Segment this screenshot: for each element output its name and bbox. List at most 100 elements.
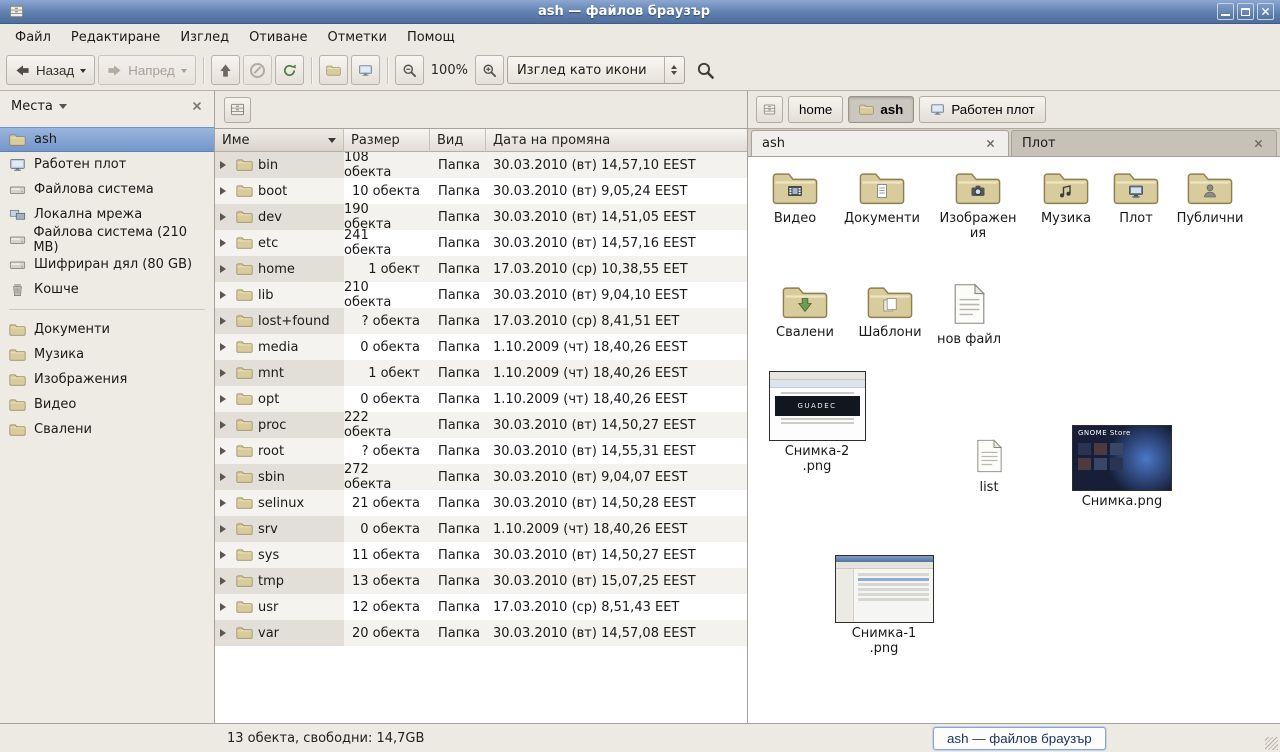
root-pathbar-button[interactable] (756, 96, 783, 123)
icon-item-7[interactable]: Шаблони (848, 283, 932, 341)
forward-button[interactable]: Напред (98, 55, 196, 85)
tab-1[interactable]: Плот (1011, 130, 1277, 156)
view-mode-select[interactable]: Изглед като икони (507, 56, 685, 84)
icon-item-4[interactable]: Плот (1106, 169, 1166, 227)
icon-item-10[interactable]: list (964, 439, 1014, 496)
table-row[interactable]: mnt1 обектПапка1.10.2009 (чт) 18,40,26 E… (215, 360, 747, 386)
table-row[interactable]: dev190 обектаПапка30.03.2010 (вт) 14,51,… (215, 204, 747, 230)
sidebar-item-2[interactable]: Файлова система (0, 177, 214, 202)
expander-icon[interactable] (220, 473, 230, 481)
table-row[interactable]: sys11 обектаПапка30.03.2010 (вт) 14,50,2… (215, 542, 747, 568)
icon-item-2[interactable]: Изображения (932, 169, 1024, 242)
sidebar-item-12[interactable]: Свалени (0, 417, 214, 442)
expander-icon[interactable] (220, 395, 230, 403)
sidebar-item-11[interactable]: Видео (0, 392, 214, 417)
sidebar-item-1[interactable]: Работен плот (0, 152, 214, 177)
sidebar-close-button[interactable] (188, 97, 206, 115)
menu-item-4[interactable]: Отметки (317, 24, 396, 50)
taskbar-window-button[interactable]: ash — файлов браузър (933, 727, 1106, 750)
sidebar-item-3[interactable]: Локална мрежа (0, 202, 214, 227)
spinner-icons[interactable] (664, 57, 684, 83)
up-button[interactable] (211, 55, 240, 85)
table-row[interactable]: media0 обектаПапка1.10.2009 (чт) 18,40,2… (215, 334, 747, 360)
column-header-date[interactable]: Дата на промяна (486, 129, 747, 152)
expander-icon[interactable] (220, 447, 230, 455)
pathbar-button-2[interactable]: Работен плот (919, 96, 1045, 123)
menu-item-0[interactable]: Файл (5, 24, 61, 50)
table-row[interactable]: sbin272 обектаПапка30.03.2010 (вт) 9,04,… (215, 464, 747, 490)
expander-icon[interactable] (220, 499, 230, 507)
table-row[interactable]: tmp13 обектаПапка30.03.2010 (вт) 15,07,2… (215, 568, 747, 594)
expander-icon[interactable] (220, 551, 230, 559)
table-row[interactable]: etc241 обектаПапка30.03.2010 (вт) 14,57,… (215, 230, 747, 256)
icon-item-0[interactable]: Видео (756, 169, 834, 227)
sidebar-item-5[interactable]: Шифриран дял (80 GB) (0, 252, 214, 277)
menu-item-3[interactable]: Отиване (239, 24, 317, 50)
stop-button[interactable] (243, 55, 272, 85)
table-row[interactable]: boot10 обектаПапка30.03.2010 (вт) 9,05,2… (215, 178, 747, 204)
sidebar-item-0[interactable]: ash (0, 127, 214, 152)
table-row[interactable]: lost+found? обектаПапка17.03.2010 (ср) 8… (215, 308, 747, 334)
sidebar-item-6[interactable]: Кошче (0, 277, 214, 302)
sidebar-item-4[interactable]: Файлова система (210 MB) (0, 227, 214, 252)
zoom-in-button[interactable] (475, 55, 504, 85)
expander-icon[interactable] (220, 603, 230, 611)
pathbar-button-1[interactable]: ash (848, 96, 914, 123)
icon-item-1[interactable]: Документи (836, 169, 928, 227)
sidebar-item-10[interactable]: Изображения (0, 367, 214, 392)
expander-icon[interactable] (220, 421, 230, 429)
pathbar-button-0[interactable]: home (788, 96, 843, 123)
search-button[interactable] (696, 61, 715, 80)
menu-item-5[interactable]: Помощ (397, 24, 465, 50)
column-header-type[interactable]: Вид (430, 129, 486, 152)
table-row[interactable]: srv0 обектаПапка1.10.2009 (чт) 18,40,26 … (215, 516, 747, 542)
tab-0[interactable]: ash (751, 130, 1009, 156)
home-button[interactable] (319, 55, 348, 85)
sidebar-item-9[interactable]: Музика (0, 342, 214, 367)
expander-icon[interactable] (220, 369, 230, 377)
resize-grip[interactable] (1265, 737, 1278, 750)
table-row[interactable]: selinux21 обектаПапка30.03.2010 (вт) 14,… (215, 490, 747, 516)
computer-button[interactable] (351, 55, 380, 85)
table-row[interactable]: opt0 обектаПапка1.10.2009 (чт) 18,40,26 … (215, 386, 747, 412)
column-header-name[interactable]: Име (215, 129, 344, 152)
icon-item-5[interactable]: Публични (1168, 169, 1252, 227)
zoom-out-button[interactable] (395, 55, 424, 85)
back-button[interactable]: Назад (6, 55, 95, 85)
menu-item-2[interactable]: Изглед (170, 24, 239, 50)
icon-item-8[interactable]: нов файл (936, 283, 1002, 348)
expander-icon[interactable] (220, 187, 230, 195)
sidebar-title[interactable]: Места (11, 99, 53, 114)
expander-icon[interactable] (220, 161, 230, 169)
expander-icon[interactable] (220, 317, 230, 325)
table-row[interactable]: root? обектаПапка30.03.2010 (вт) 14,55,3… (215, 438, 747, 464)
root-location-button[interactable] (224, 97, 251, 123)
close-button[interactable] (1257, 3, 1274, 20)
reload-button[interactable] (275, 55, 304, 85)
expander-icon[interactable] (220, 291, 230, 299)
table-row[interactable]: usr12 обектаПапка17.03.2010 (ср) 8,51,43… (215, 594, 747, 620)
titlebar[interactable]: ash — файлов браузър (0, 0, 1280, 24)
table-row[interactable]: var20 обектаПапка30.03.2010 (вт) 14,57,0… (215, 620, 747, 646)
icon-item-9[interactable]: GUADECСнимка-2.png (764, 371, 870, 475)
icon-item-11[interactable]: GNOME StoreСнимка.png (1066, 425, 1178, 510)
maximize-button[interactable] (1237, 3, 1254, 20)
expander-icon[interactable] (220, 629, 230, 637)
table-row[interactable]: lib210 обектаПапка30.03.2010 (вт) 9,04,1… (215, 282, 747, 308)
expander-icon[interactable] (220, 343, 230, 351)
expander-icon[interactable] (220, 525, 230, 533)
table-row[interactable]: home1 обектПапка17.03.2010 (ср) 10,38,55… (215, 256, 747, 282)
expander-icon[interactable] (220, 577, 230, 585)
column-header-size[interactable]: Размер (344, 129, 430, 152)
minimize-button[interactable] (1217, 3, 1234, 20)
expander-icon[interactable] (220, 265, 230, 273)
close-icon[interactable] (1250, 136, 1266, 152)
table-row[interactable]: proc222 обектаПапка30.03.2010 (вт) 14,50… (215, 412, 747, 438)
sidebar-item-8[interactable]: Документи (0, 317, 214, 342)
menu-item-1[interactable]: Редактиране (61, 24, 170, 50)
table-row[interactable]: bin108 обектаПапка30.03.2010 (вт) 14,57,… (215, 152, 747, 178)
expander-icon[interactable] (220, 213, 230, 221)
icon-grid[interactable]: ВидеоДокументиИзображенияМузикаПлотПубли… (748, 157, 1280, 723)
icon-item-6[interactable]: Свалени (766, 283, 844, 341)
expander-icon[interactable] (220, 239, 230, 247)
